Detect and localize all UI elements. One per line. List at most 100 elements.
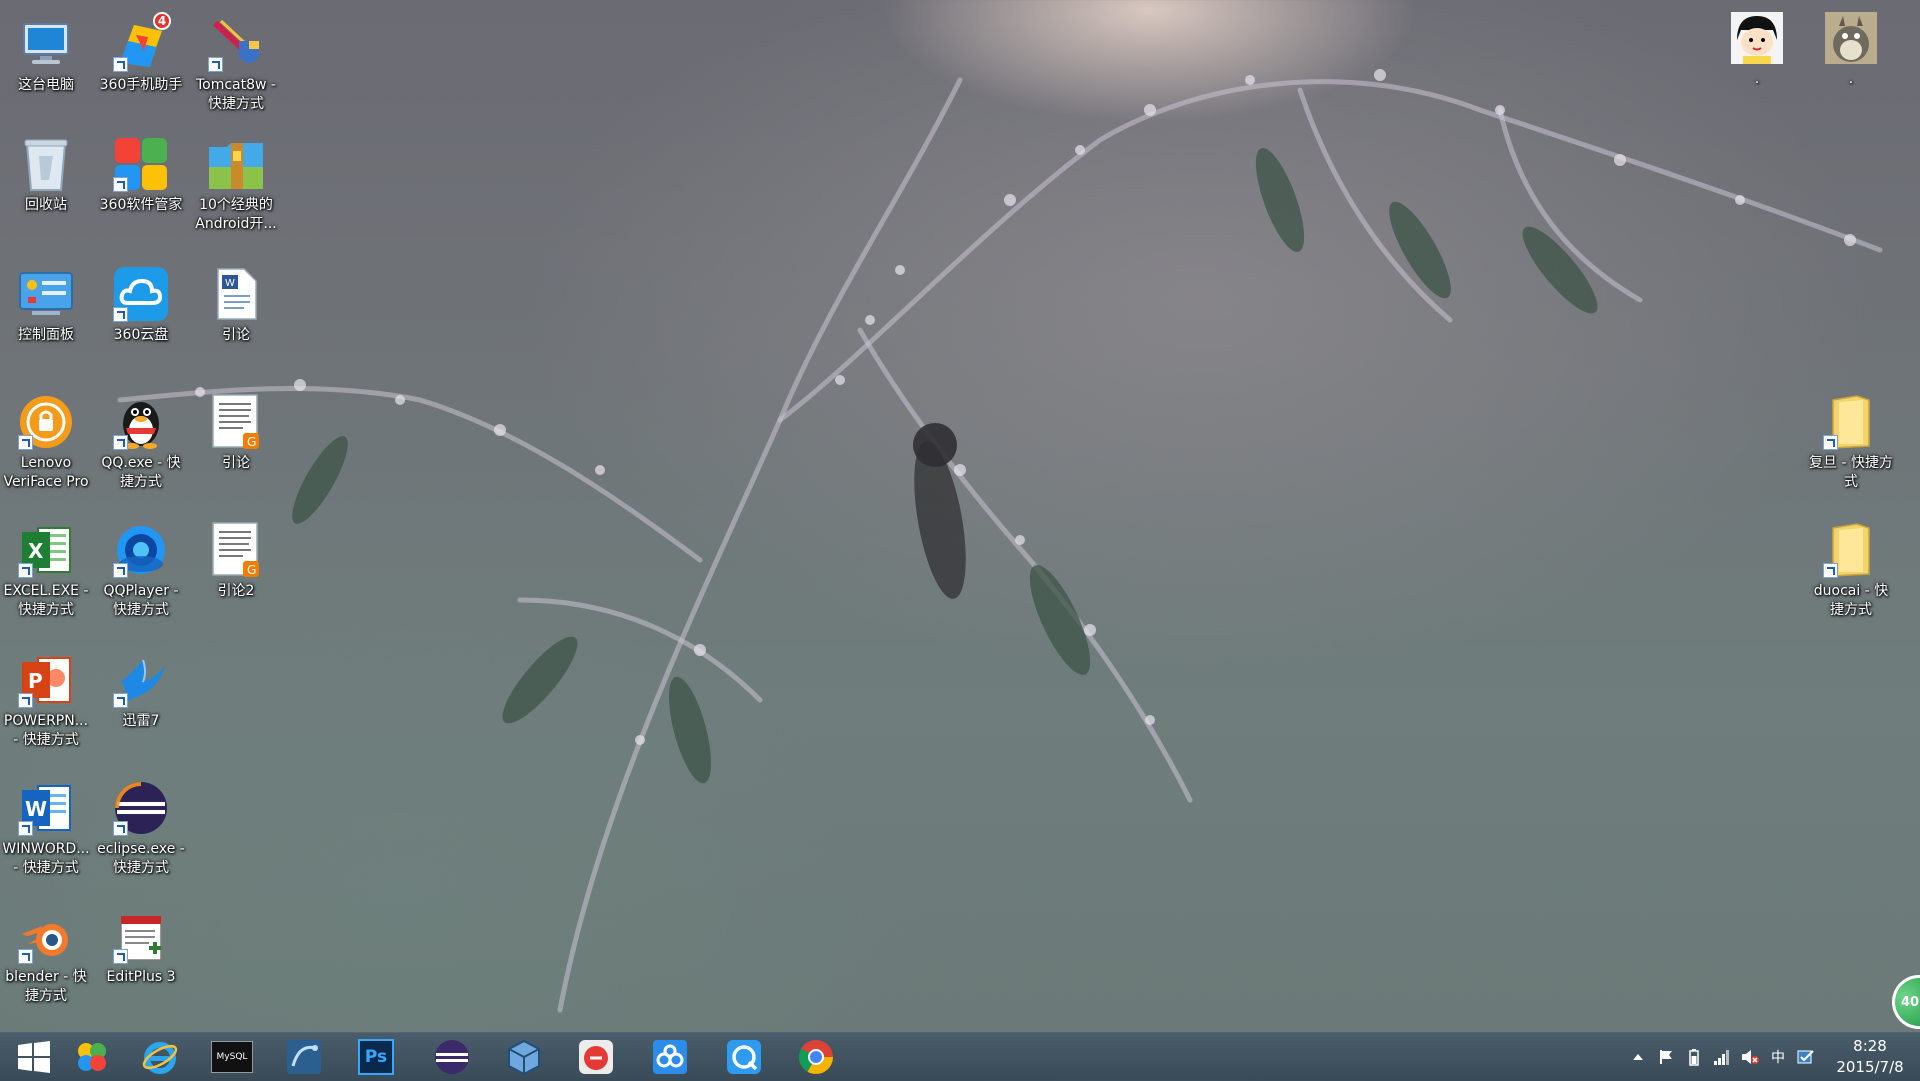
tomcat-icon <box>206 14 266 74</box>
signal-bars-icon <box>1714 1050 1729 1065</box>
document-icon: G <box>206 520 266 580</box>
taskbar-mysql-workbench[interactable] <box>270 1033 338 1081</box>
notification-badge: 4 <box>153 12 171 30</box>
desktop-icon-fudan-folder[interactable]: 复旦 - 快捷方 式 <box>1805 392 1897 492</box>
taskbar-clock[interactable]: 8:28 2015/7/8 <box>1820 1036 1920 1078</box>
taskbar-internet-explorer[interactable] <box>126 1033 194 1081</box>
desktop-icon-recycle-bin[interactable]: 回收站 <box>0 134 92 215</box>
desktop-icon-label: duocai - 快 捷方式 <box>1813 583 1889 618</box>
blender-icon <box>16 906 76 966</box>
desktop-icon-label: 控制面板 <box>18 327 74 343</box>
desktop-icon-label: 引论 <box>222 455 250 471</box>
shortcut-arrow-icon <box>113 949 128 964</box>
desktop-icon-label: EditPlus 3 <box>106 969 176 985</box>
taskbar-qq-browser[interactable] <box>710 1033 778 1081</box>
desktop-icon-excel[interactable]: X EXCEL.EXE - 快捷方式 <box>0 520 92 620</box>
shortcut-arrow-icon <box>18 693 33 708</box>
desktop-icon-xunlei[interactable]: 迅雷7 <box>95 650 187 731</box>
shortcut-arrow-icon <box>18 821 33 836</box>
shortcut-arrow-icon <box>18 563 33 578</box>
desktop-icon-totoro[interactable]: . <box>1805 8 1897 89</box>
desktop-icon-editplus[interactable]: EditPlus 3 <box>95 906 187 987</box>
shortcut-arrow-icon <box>208 57 223 72</box>
document-icon: G <box>206 392 266 452</box>
desktop-icon-label: POWERPN... - 快捷方式 <box>3 713 89 748</box>
totoro-icon <box>1821 8 1881 68</box>
desktop-icon-qq[interactable]: QQ.exe - 快 捷方式 <box>95 392 187 492</box>
action-center-flag[interactable] <box>1652 1033 1680 1081</box>
veriface-icon <box>16 392 76 452</box>
desktop-icon-label: 引论 <box>222 327 250 343</box>
desktop-icon-label: . <box>1848 71 1854 87</box>
taskbar: MySQL Ps 中 8:28 2015/7/8 <box>0 1032 1920 1081</box>
internet-explorer-icon <box>140 1037 180 1077</box>
show-hidden-icons-button[interactable] <box>1624 1033 1652 1081</box>
desktop-icon-tomcat[interactable]: Tomcat8w - 快捷方式 <box>190 14 282 114</box>
taskbar-photoshop[interactable]: Ps <box>342 1033 410 1081</box>
chevron-up-icon <box>1633 1054 1643 1060</box>
shortcut-arrow-icon <box>113 57 128 72</box>
desktop-icon-qqplayer[interactable]: QQPlayer - 快捷方式 <box>95 520 187 620</box>
eclipse-icon <box>432 1037 472 1077</box>
desktop-icon-label: 10个经典的 Android开... <box>195 197 277 232</box>
shortcut-arrow-icon <box>18 435 33 450</box>
qq-penguin-icon <box>111 392 171 452</box>
desktop-icon-360-software-manager[interactable]: 360软件管家 <box>95 134 187 215</box>
cartoon-girl-icon <box>1727 8 1787 68</box>
folder-icon <box>1821 392 1881 452</box>
desktop-icon-360-cloud[interactable]: 360云盘 <box>95 264 187 345</box>
desktop-icon-android-archive[interactable]: 10个经典的 Android开... <box>190 134 282 234</box>
desktop-icon-cartoon-girl[interactable]: . <box>1711 8 1803 89</box>
svg-text:X: X <box>28 539 44 563</box>
word-icon: W <box>16 778 76 838</box>
desktop-icon-360-phone-assistant[interactable]: 4 360手机助手 <box>95 12 187 95</box>
qqplayer-icon <box>111 520 171 580</box>
battery-status[interactable] <box>1680 1033 1708 1081</box>
desktop-icon-label: Lenovo VeriFace Pro <box>3 455 89 490</box>
desktop-icon-blender[interactable]: blender - 快 捷方式 <box>0 906 92 1006</box>
volume-control[interactable] <box>1736 1033 1764 1081</box>
desktop-icon-eclipse[interactable]: eclipse.exe - 快捷方式 <box>95 778 187 878</box>
taskbar-virtualbox[interactable] <box>490 1033 558 1081</box>
input-method-indicator[interactable]: 中 <box>1764 1033 1792 1081</box>
desktop-icon-label: 复旦 - 快捷方 式 <box>1809 455 1893 490</box>
desktop-icon-powerpoint[interactable]: P POWERPN... - 快捷方式 <box>0 650 92 750</box>
svg-text:G: G <box>247 435 256 449</box>
shortcut-arrow-icon <box>1823 563 1838 578</box>
desktop-icon-label: 这台电脑 <box>18 77 74 93</box>
shortcut-arrow-icon <box>113 177 128 192</box>
control-panel-icon <box>16 264 76 324</box>
taskbar-chrome[interactable] <box>782 1033 850 1081</box>
speaker-muted-icon <box>1742 1050 1759 1064</box>
network-status[interactable] <box>1708 1033 1736 1081</box>
security-tray[interactable] <box>1792 1033 1820 1081</box>
music-app-icon <box>576 1037 616 1077</box>
windows-logo-icon <box>18 1041 50 1073</box>
taskbar-music-app[interactable] <box>562 1033 630 1081</box>
taskbar-baidu-cloud[interactable] <box>636 1033 704 1081</box>
desktop-icon-yinlun-doc[interactable]: W 引论 <box>190 264 282 345</box>
shortcut-arrow-icon <box>113 307 128 322</box>
taskbar-360-security[interactable] <box>58 1033 126 1081</box>
powerpoint-icon: P <box>16 650 76 710</box>
baidu-cloud-icon <box>650 1037 690 1077</box>
desktop-icon-yinlun2[interactable]: G 引论2 <box>190 520 282 601</box>
mysql-workbench-icon <box>284 1037 324 1077</box>
desktop-icon-label: 360手机助手 <box>99 77 183 93</box>
desktop-icon-this-pc[interactable]: 这台电脑 <box>0 14 92 95</box>
clock-date: 2015/7/8 <box>1836 1058 1904 1076</box>
desktop-icon-winword[interactable]: W WINWORD... - 快捷方式 <box>0 778 92 878</box>
taskbar-eclipse[interactable] <box>418 1033 486 1081</box>
desktop-icon-label: 迅雷7 <box>122 713 160 729</box>
zip-archive-icon <box>206 134 266 194</box>
desktop-icon-control-panel[interactable]: 控制面板 <box>0 264 92 345</box>
desktop-icon-lenovo-veriface[interactable]: Lenovo VeriFace Pro <box>0 392 92 492</box>
desktop-icon-duocai-folder[interactable]: duocai - 快 捷方式 <box>1805 520 1897 620</box>
svg-text:W: W <box>25 797 47 821</box>
taskbar-mysql[interactable]: MySQL <box>198 1033 266 1081</box>
desktop-icon-yinlun-file[interactable]: G 引论 <box>190 392 282 473</box>
desktop-icon-label: Tomcat8w - 快捷方式 <box>195 77 276 112</box>
mysql-label: MySQL <box>216 1052 248 1062</box>
recycle-bin-icon <box>16 134 76 194</box>
svg-text:P: P <box>28 669 43 693</box>
